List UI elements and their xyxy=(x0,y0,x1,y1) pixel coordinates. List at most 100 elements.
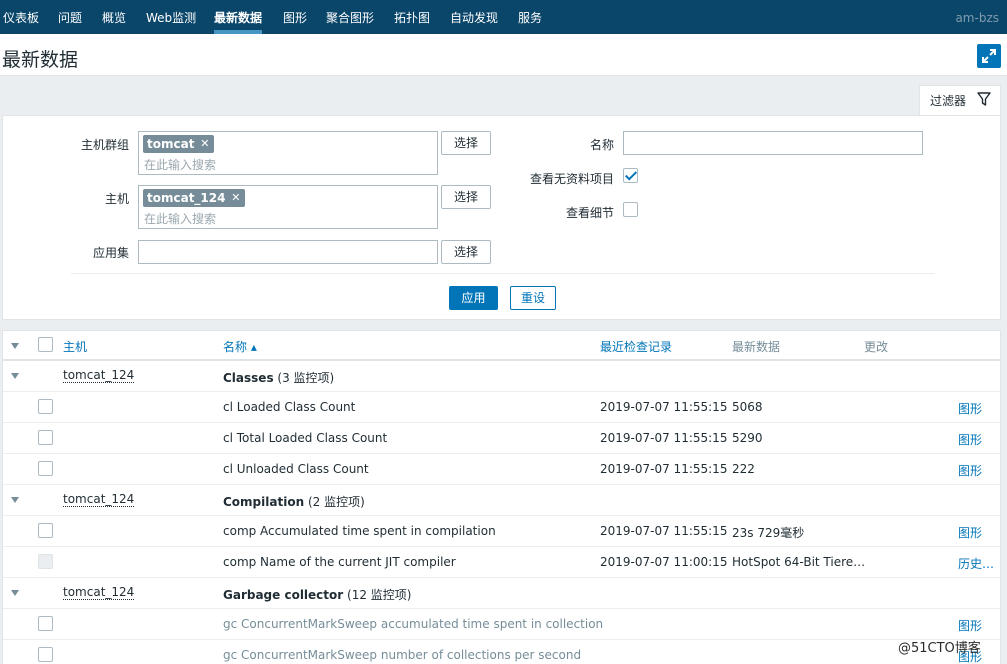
host-label: 主机 xyxy=(104,192,129,206)
host-link[interactable]: tomcat_124 xyxy=(63,369,135,383)
table-row: cl Total Loaded Class Count 2019-07-07 1… xyxy=(3,423,1000,454)
page-header: 最新数据 xyxy=(0,34,1007,76)
nav-item-dashboard[interactable]: 仪表板 xyxy=(3,0,39,34)
name-input[interactable] xyxy=(623,131,923,155)
item-name: comp Accumulated time spent in compilati… xyxy=(223,524,496,538)
row-checkbox[interactable] xyxy=(38,461,53,476)
name-label: 名称 xyxy=(589,138,614,152)
application-group: Garbage collector (12 监控项) xyxy=(223,586,411,603)
application-name: Compilation xyxy=(223,495,305,509)
application-select-button[interactable]: 选择 xyxy=(441,240,491,264)
group-row: tomcat_124 Classes (3 监控项) xyxy=(3,361,1000,392)
host-group-select-button[interactable]: 选择 xyxy=(441,131,491,155)
table-row: gc ConcurrentMarkSweep accumulated time … xyxy=(3,609,1000,640)
nav-item-latest-data[interactable]: 最新数据 xyxy=(214,0,263,34)
filter-panel: 主机群组 tomcat ✕ 在此输入搜索 选择 主机 tomcat_124 ✕ … xyxy=(2,115,1001,320)
application-name: Classes xyxy=(223,371,274,385)
item-last-value: 222 xyxy=(732,462,755,476)
nav-item-problems[interactable]: 问题 xyxy=(58,0,82,34)
history-link[interactable]: 历史… xyxy=(958,555,994,572)
filter-divider xyxy=(71,273,935,274)
graph-link[interactable]: 图形 xyxy=(958,462,982,479)
row-checkbox xyxy=(38,554,53,569)
group-row: tomcat_124 Garbage collector (12 监控项) xyxy=(3,578,1000,609)
filter-tab[interactable]: 过滤器 xyxy=(919,85,1001,116)
remove-tag-icon[interactable]: ✕ xyxy=(200,135,209,153)
item-name: gc ConcurrentMarkSweep accumulated time … xyxy=(223,617,604,631)
host-group-placeholder: 在此输入搜索 xyxy=(144,158,217,172)
item-last-value: 5068 xyxy=(732,400,763,414)
application-group: Classes (3 监控项) xyxy=(223,369,334,386)
apply-button[interactable]: 应用 xyxy=(449,286,498,310)
show-details-checkbox[interactable] xyxy=(623,202,638,217)
row-checkbox[interactable] xyxy=(38,430,53,445)
table-row: comp Accumulated time spent in compilati… xyxy=(3,516,1000,547)
host-link[interactable]: tomcat_124 xyxy=(63,493,135,507)
show-without-data-label: 查看无资料项目 xyxy=(529,172,614,186)
nav-item-web-monitoring[interactable]: Web监测 xyxy=(146,0,196,34)
graph-link[interactable]: 图形 xyxy=(958,431,982,448)
latest-data-table: 主机 名称 ▴ 最近检查记录 最新数据 更改 tomcat_124 Classe… xyxy=(2,330,1001,664)
row-checkbox[interactable] xyxy=(38,616,53,631)
show-without-data-checkbox[interactable] xyxy=(623,168,638,183)
item-name: comp Name of the current JIT compiler xyxy=(223,555,456,569)
show-details-label: 查看细节 xyxy=(565,206,614,220)
row-checkbox[interactable] xyxy=(38,647,53,662)
nav-item-screens[interactable]: 聚合图形 xyxy=(326,0,374,34)
host-multiselect[interactable]: tomcat_124 ✕ 在此输入搜索 xyxy=(138,185,438,229)
user-name[interactable]: am-bzs xyxy=(955,0,999,36)
application-input[interactable] xyxy=(138,240,438,264)
top-navigation: 仪表板 问题 概览 Web监测 最新数据 图形 聚合图形 拓扑图 自动发现 服务… xyxy=(0,0,1007,34)
filter-tab-label: 过滤器 xyxy=(930,94,967,108)
table-row: comp Name of the current JIT compiler 20… xyxy=(3,547,1000,578)
table-row: cl Unloaded Class Count 2019-07-07 11:55… xyxy=(3,454,1000,485)
application-name: Garbage collector xyxy=(223,588,344,602)
graph-link[interactable]: 图形 xyxy=(958,524,982,541)
row-checkbox[interactable] xyxy=(38,523,53,538)
item-last-check: 2019-07-07 11:55:15 xyxy=(600,524,728,538)
row-checkbox[interactable] xyxy=(38,399,53,414)
host-select-button[interactable]: 选择 xyxy=(441,185,491,209)
nav-item-graphs[interactable]: 图形 xyxy=(283,0,307,34)
item-last-value: 23s 729毫秒 xyxy=(732,526,805,540)
host-link[interactable]: tomcat_124 xyxy=(63,586,135,600)
item-count: (12 监控项) xyxy=(347,588,412,602)
collapse-group-icon[interactable] xyxy=(11,373,19,379)
host-tag: tomcat_124 ✕ xyxy=(143,189,246,207)
item-last-check: 2019-07-07 11:00:15 xyxy=(600,555,728,569)
item-count: (2 监控项) xyxy=(307,495,365,509)
host-placeholder: 在此输入搜索 xyxy=(144,212,217,226)
item-name: cl Unloaded Class Count xyxy=(223,462,369,476)
fullscreen-button[interactable] xyxy=(977,44,1001,68)
collapse-all-icon[interactable] xyxy=(11,343,19,349)
page-title: 最新数据 xyxy=(2,49,79,71)
nav-item-services[interactable]: 服务 xyxy=(518,0,542,34)
watermark: @51CTO博客 xyxy=(898,641,981,656)
column-last-check[interactable]: 最近检查记录 xyxy=(600,338,672,355)
table-header: 主机 名称 ▴ 最近检查记录 最新数据 更改 xyxy=(3,331,1000,361)
reset-button[interactable]: 重设 xyxy=(510,286,556,310)
item-name: cl Total Loaded Class Count xyxy=(223,431,388,445)
select-all-checkbox[interactable] xyxy=(38,337,53,352)
collapse-group-icon[interactable] xyxy=(11,497,19,503)
host-group-tag: tomcat ✕ xyxy=(143,135,215,153)
item-last-check: 2019-07-07 11:55:15 xyxy=(600,431,728,445)
host-group-label: 主机群组 xyxy=(80,138,129,152)
column-last-value: 最新数据 xyxy=(732,340,781,354)
graph-link[interactable]: 图形 xyxy=(958,400,982,417)
nav-item-maps[interactable]: 拓扑图 xyxy=(394,0,430,34)
host-group-tag-label: tomcat xyxy=(147,137,195,151)
graph-link[interactable]: 图形 xyxy=(958,617,982,634)
column-name[interactable]: 名称 ▴ xyxy=(223,338,257,355)
remove-tag-icon[interactable]: ✕ xyxy=(231,189,240,207)
application-label: 应用集 xyxy=(92,246,129,260)
column-change: 更改 xyxy=(864,340,889,354)
nav-item-overview[interactable]: 概览 xyxy=(102,0,126,34)
column-host[interactable]: 主机 xyxy=(63,338,87,355)
item-name: cl Loaded Class Count xyxy=(223,400,356,414)
item-count: (3 监控项) xyxy=(277,371,335,385)
host-group-multiselect[interactable]: tomcat ✕ 在此输入搜索 xyxy=(138,131,438,175)
collapse-group-icon[interactable] xyxy=(11,590,19,596)
nav-item-discovery[interactable]: 自动发现 xyxy=(450,0,498,34)
application-group: Compilation (2 监控项) xyxy=(223,493,365,510)
